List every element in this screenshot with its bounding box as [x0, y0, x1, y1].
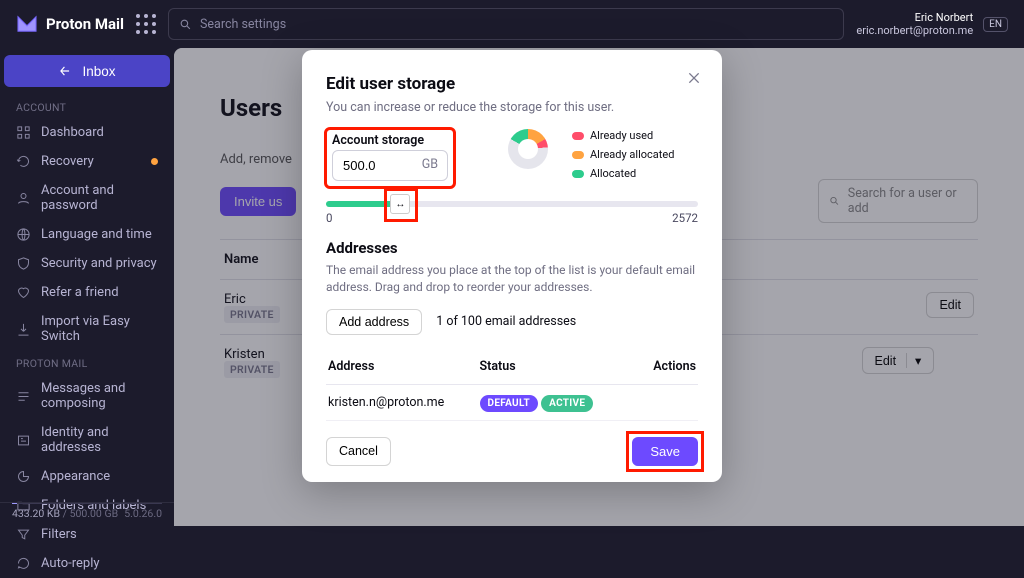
modal-desc: You can increase or reduce the storage f… [326, 100, 698, 115]
close-icon[interactable] [686, 70, 702, 86]
storage-label: Account storage [332, 133, 448, 148]
storage-slider[interactable]: ↔ 0 2572 [326, 201, 698, 225]
col-status: Status [480, 359, 621, 374]
sidebar-item-auto-reply[interactable]: Auto-reply [0, 549, 174, 578]
apps-grid-icon[interactable] [136, 14, 156, 34]
grid-icon [16, 125, 31, 140]
badge-active: ACTIVE [541, 395, 593, 412]
identity-icon [16, 433, 31, 448]
language-badge[interactable]: EN [983, 17, 1008, 32]
legend-swatch [572, 132, 584, 140]
search-icon [179, 18, 192, 31]
brand-logo[interactable]: Proton Mail [16, 15, 124, 33]
search-placeholder: Search settings [200, 17, 286, 32]
sidebar-item-dashboard[interactable]: Dashboard [0, 118, 174, 147]
topbar: Proton Mail Search settings Eric Norbert… [0, 0, 1024, 48]
legend-item: Allocated [572, 167, 674, 180]
alert-dot [151, 158, 158, 165]
version: 5.0.26.0 [124, 507, 162, 520]
recovery-icon [16, 154, 31, 169]
import-icon [16, 322, 31, 337]
badge-default: DEFAULT [480, 395, 539, 412]
sidebar-item-identity-and-addresses[interactable]: Identity and addresses [0, 418, 174, 462]
addresses-desc: The email address you place at the top o… [326, 262, 698, 297]
section-label: PROTON MAIL [0, 351, 174, 374]
appearance-icon [16, 469, 31, 484]
language-icon [16, 227, 31, 242]
address-count: 1 of 100 email addresses [436, 314, 576, 329]
legend-item: Already allocated [572, 148, 674, 161]
brand-name: Proton Mail [46, 15, 124, 33]
legend-swatch [572, 170, 584, 178]
addresses-heading: Addresses [326, 239, 698, 257]
col-address: Address [328, 359, 480, 374]
cancel-button[interactable]: Cancel [326, 437, 391, 466]
storage-unit: GB [422, 157, 438, 172]
address-email: kristen.n@proton.me [328, 395, 480, 410]
autoreply-icon [16, 556, 31, 571]
compose-icon [16, 389, 31, 404]
back-arrow-icon [58, 64, 72, 78]
shield-icon [16, 256, 31, 271]
user-email: eric.norbert@proton.me [856, 24, 973, 37]
sidebar: Inbox ACCOUNTDashboardRecoveryAccount an… [0, 48, 174, 526]
storage-donut-chart [508, 129, 548, 169]
slider-max: 2572 [672, 211, 698, 225]
sidebar-item-security-and-privacy[interactable]: Security and privacy [0, 249, 174, 278]
sidebar-footer: 433.20 KB / 500.00 GB 5.0.26.0 [0, 502, 174, 526]
settings-search[interactable]: Search settings [168, 8, 844, 40]
filter-icon [16, 527, 31, 542]
add-address-button[interactable]: Add address [326, 309, 422, 335]
storage-legend: Already used Already allocated Allocated [572, 129, 674, 187]
sidebar-item-account-and-password[interactable]: Account and password [0, 176, 174, 220]
slider-thumb[interactable]: ↔ [390, 194, 410, 214]
sidebar-item-appearance[interactable]: Appearance [0, 462, 174, 491]
user-menu[interactable]: Eric Norbert eric.norbert@proton.me EN [856, 11, 1008, 37]
sidebar-item-refer-a-friend[interactable]: Refer a friend [0, 278, 174, 307]
sidebar-item-import-via-easy-switch[interactable]: Import via Easy Switch [0, 307, 174, 351]
modal-title: Edit user storage [326, 74, 698, 94]
user-icon [16, 191, 31, 206]
address-row: kristen.n@proton.me DEFAULT ACTIVE [326, 385, 698, 421]
proton-logo-icon [16, 15, 38, 33]
inbox-button[interactable]: Inbox [4, 55, 170, 87]
edit-storage-modal: Edit user storage You can increase or re… [302, 50, 722, 482]
user-name: Eric Norbert [915, 11, 974, 24]
save-button[interactable]: Save [632, 437, 698, 466]
slider-min: 0 [326, 211, 332, 225]
storage-field-highlight: Account storage GB [326, 129, 454, 187]
heart-icon [16, 285, 31, 300]
sidebar-item-recovery[interactable]: Recovery [0, 147, 174, 176]
legend-swatch [572, 151, 584, 159]
col-actions: Actions [620, 359, 696, 374]
sidebar-item-messages-and-composing[interactable]: Messages and composing [0, 374, 174, 418]
sidebar-item-language-and-time[interactable]: Language and time [0, 220, 174, 249]
legend-item: Already used [572, 129, 674, 142]
section-label: ACCOUNT [0, 95, 174, 118]
